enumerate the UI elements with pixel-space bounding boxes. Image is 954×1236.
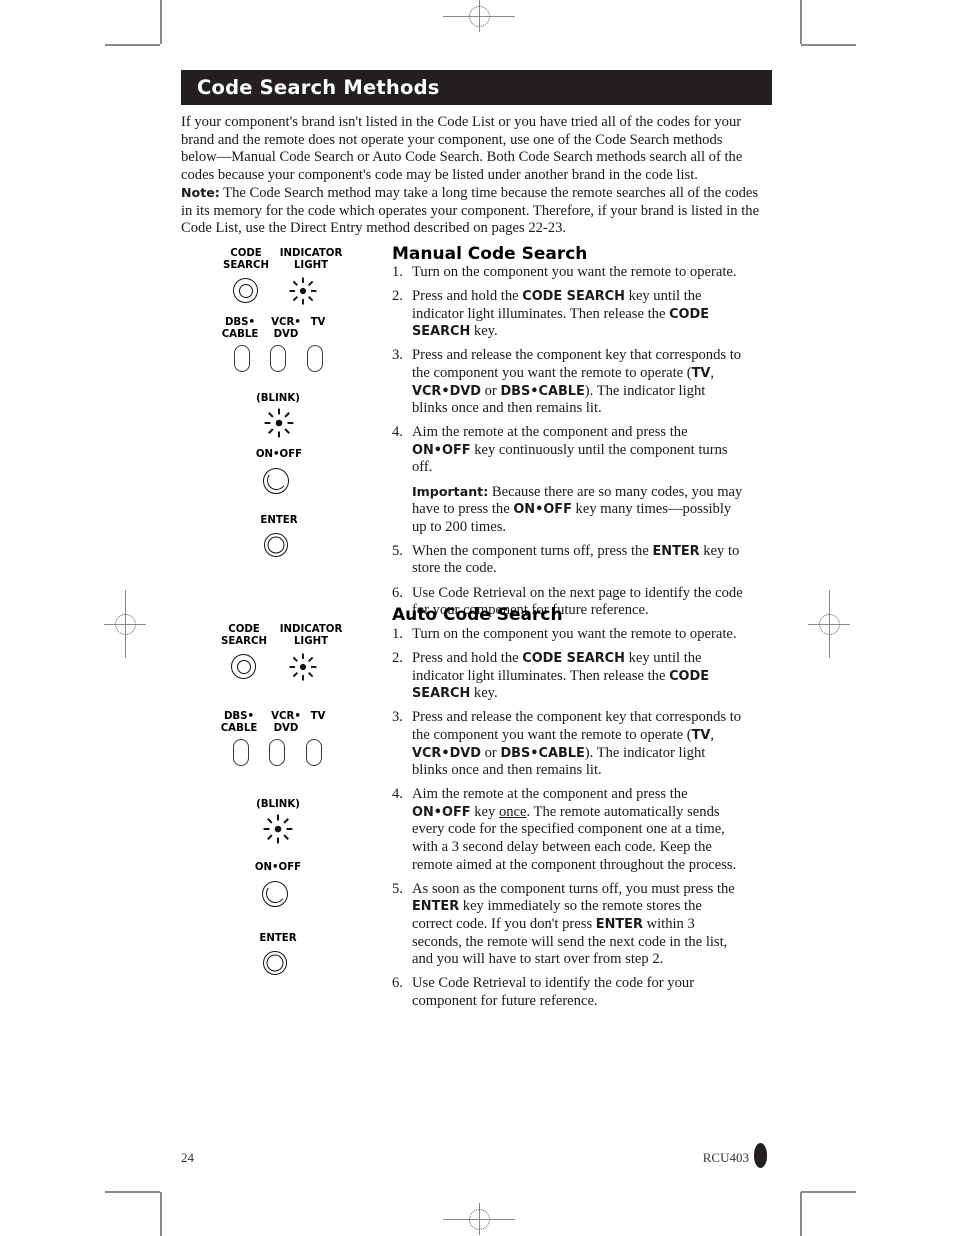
diagram-label-enter: ENTER (259, 933, 297, 944)
step-number: 2. (392, 288, 403, 305)
indicator-light-icon (289, 277, 317, 305)
step-text: Turn on the component you want the remot… (412, 264, 737, 280)
diagram-label-dbs-cable: DBS• CABLE (221, 317, 259, 340)
intro-paragraph: If your component's brand isn't listed i… (181, 114, 743, 183)
blink-indicator-icon (264, 408, 294, 438)
step-text: When the component turns off, press the … (412, 542, 740, 577)
list-item: 2. Press and hold the CODE SEARCH key unt… (392, 288, 744, 341)
diagram-label-on-off: ON•OFF (255, 449, 303, 460)
enter-button-icon (263, 951, 287, 975)
diagram-label-code-search: CODE SEARCH (222, 248, 270, 271)
note-label: Note: (181, 185, 220, 200)
step-number: 3. (392, 709, 403, 726)
diagram-label-vcr-dvd: VCR• DVD (271, 711, 301, 734)
manual-code-search-heading: Manual Code Search (392, 244, 588, 264)
note-paragraph: Note: The Code Search method may take a … (181, 184, 765, 238)
remote-diagram-auto: CODE SEARCH INDICATOR LIGHT DBS• CABLE V… (207, 621, 382, 975)
diagram-label-blink: (BLINK) (256, 799, 300, 810)
diagram-label-dbs-cable: DBS• CABLE (220, 711, 258, 734)
list-item: 6. Use Code Retrieval to identify the cod… (392, 975, 744, 1010)
list-item: 3. Press and release the component key th… (392, 347, 744, 417)
manual-page: Code Search Methods If your component's … (0, 0, 954, 1235)
list-item: 1. Turn on the component you want the rem… (392, 264, 744, 282)
indicator-light-icon (289, 653, 317, 681)
step-number: 3. (392, 347, 403, 364)
list-item: 5. As soon as the component turns off, yo… (392, 881, 744, 969)
important-note: Important: Because there are so many cod… (412, 483, 743, 535)
page-title: Code Search Methods (197, 75, 440, 99)
step-text: Use Code Retrieval to identify the code … (412, 975, 695, 1009)
vcr-dvd-button-icon (269, 739, 285, 766)
page-title-bar: Code Search Methods (181, 70, 772, 105)
step-number: 5. (392, 880, 403, 897)
brand-mark-icon (754, 1143, 767, 1168)
vcr-dvd-button-icon (270, 345, 286, 372)
diagram-label-enter: ENTER (260, 515, 298, 526)
page-number: 24 (181, 1150, 194, 1165)
diagram-label-code-search: CODE SEARCH (220, 624, 268, 647)
on-off-button-icon (263, 468, 289, 494)
step-number: 5. (392, 542, 403, 559)
step-number: 6. (392, 975, 403, 992)
list-item: 4. Aim the remote at the component and pr… (392, 786, 744, 874)
code-search-button-icon (233, 278, 258, 303)
diagram-label-indicator-light: INDICATOR LIGHT (279, 248, 343, 271)
auto-code-search-heading: Auto Code Search (392, 605, 563, 625)
list-item: 1. Turn on the component you want the rem… (392, 626, 744, 644)
model-code: RCU403 (702, 1150, 749, 1165)
list-item: 4. Aim the remote at the component and pr… (392, 424, 744, 477)
auto-code-search-steps: 1. Turn on the component you want the rem… (392, 626, 744, 1017)
list-item: 3. Press and release the component key th… (392, 709, 744, 779)
list-item: 2. Press and hold the CODE SEARCH key unt… (392, 650, 744, 703)
tv-button-icon (307, 345, 323, 372)
step-number: 4. (392, 786, 403, 803)
diagram-label-vcr-dvd: VCR• DVD (271, 317, 301, 340)
diagram-label-indicator-light: INDICATOR LIGHT (279, 624, 343, 647)
diagram-label-on-off: ON•OFF (254, 862, 302, 873)
step-text: Press and release the component key that… (412, 709, 742, 779)
remote-diagram-manual: CODE SEARCH INDICATOR LIGHT DBS• CABLE V… (205, 245, 380, 575)
dbs-cable-button-icon (233, 739, 249, 766)
step-text: Press and hold the CODE SEARCH key until… (412, 650, 710, 702)
tv-button-icon (306, 739, 322, 766)
step-text: Aim the remote at the component and pres… (412, 786, 737, 873)
manual-code-search-steps: 1. Turn on the component you want the rem… (392, 264, 744, 626)
step-text: As soon as the component turns off, you … (412, 880, 735, 968)
diagram-label-tv: TV (310, 317, 326, 328)
list-item: 5. When the component turns off, press th… (392, 543, 744, 578)
step-number: 1. (392, 264, 403, 280)
step-number: 2. (392, 650, 403, 667)
enter-button-icon (264, 533, 288, 557)
step-number: 1. (392, 626, 403, 642)
diagram-label-blink: (BLINK) (256, 393, 300, 404)
step-text: Turn on the component you want the remot… (412, 626, 737, 642)
step-text: Press and release the component key that… (412, 347, 742, 417)
dbs-cable-button-icon (234, 345, 250, 372)
diagram-label-tv: TV (310, 711, 326, 722)
on-off-button-icon (262, 881, 288, 907)
step-text: Aim the remote at the component and pres… (412, 424, 728, 476)
step-number: 4. (392, 424, 403, 441)
code-search-button-icon (231, 654, 256, 679)
blink-indicator-icon (263, 814, 293, 844)
note-text: The Code Search method may take a long t… (181, 185, 760, 237)
step-text: Press and hold the CODE SEARCH key until… (412, 288, 710, 340)
step-number: 6. (392, 584, 403, 601)
